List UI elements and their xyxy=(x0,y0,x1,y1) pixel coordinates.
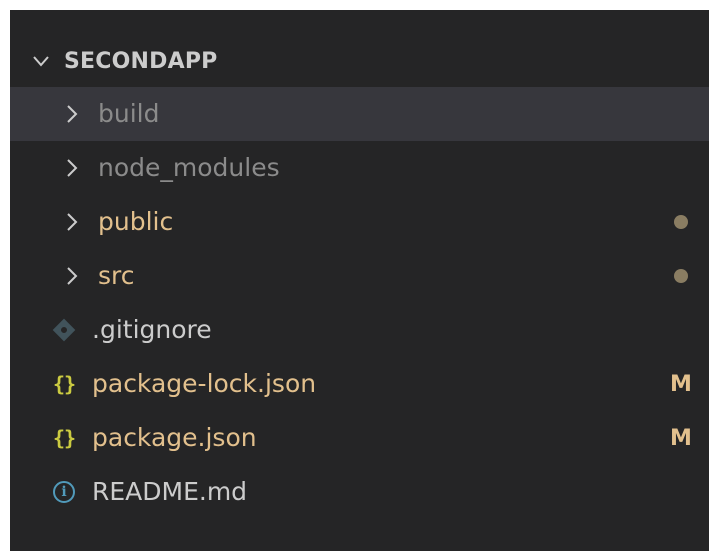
tree-item-label: public xyxy=(98,207,174,236)
tree-item-label: src xyxy=(98,261,135,290)
modified-dot-badge xyxy=(669,195,693,249)
tree-item-node-modules[interactable]: node_modules xyxy=(10,141,709,195)
tree-item-label: node_modules xyxy=(98,153,280,182)
chevron-right-icon xyxy=(52,249,92,303)
folder-header[interactable]: SECONDAPP xyxy=(10,34,709,88)
tree-item-package-lock-json[interactable]: {} package-lock.json M xyxy=(10,357,709,411)
file-explorer: SECONDAPP build node_modules public src … xyxy=(10,10,709,551)
tree-item-build[interactable]: build xyxy=(10,87,709,141)
tree-item-public[interactable]: public xyxy=(10,195,709,249)
file-tree: build node_modules public src .gitignore… xyxy=(10,87,709,519)
tree-item-label: package-lock.json xyxy=(92,369,317,398)
tree-item-label: build xyxy=(98,99,160,128)
tree-item-label: .gitignore xyxy=(92,315,212,344)
git-file-icon xyxy=(44,303,84,357)
tree-item-package-json[interactable]: {} package.json M xyxy=(10,411,709,465)
tree-item-gitignore[interactable]: .gitignore xyxy=(10,303,709,357)
json-braces-icon: {} xyxy=(52,426,76,450)
chevron-right-icon xyxy=(52,87,92,141)
tree-item-label: package.json xyxy=(92,423,257,452)
folder-name: SECONDAPP xyxy=(64,48,218,74)
chevron-right-icon xyxy=(52,195,92,249)
modified-status-badge: M xyxy=(670,425,692,451)
tree-item-src[interactable]: src xyxy=(10,249,709,303)
tree-item-label: README.md xyxy=(92,477,248,506)
json-braces-icon: {} xyxy=(52,372,76,396)
chevron-right-icon xyxy=(52,141,92,195)
info-icon: i xyxy=(44,465,84,519)
tree-item-readme[interactable]: i README.md xyxy=(10,465,709,519)
chevron-down-icon xyxy=(33,56,49,67)
modified-status-badge: M xyxy=(670,371,692,397)
modified-dot-badge xyxy=(669,249,693,303)
